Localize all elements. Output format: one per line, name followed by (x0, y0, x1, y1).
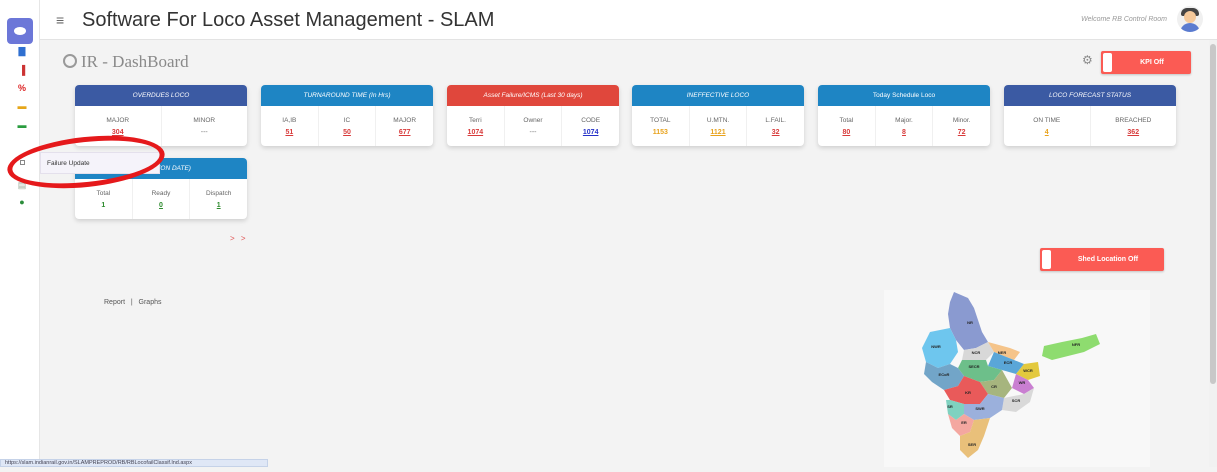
col-value[interactable]: 1074 (583, 129, 599, 136)
chart-icon[interactable]: ▇ (16, 47, 28, 56)
map-label-nr: NR (967, 320, 973, 325)
card-ineffective-loco: INEFFECTIVE LOCO TOTAL 1153 U.MTN. 1121 L.… (632, 85, 804, 146)
col-value: --- (200, 128, 208, 136)
toggle-knob (1103, 53, 1112, 72)
col-label: Owner (523, 116, 543, 124)
col-label: Minor. (952, 116, 971, 124)
help-icon[interactable]: ● (16, 198, 28, 207)
card-title: TURNAROUND TIME (In Hrs) (261, 85, 433, 106)
col-label: BREACHED (1115, 116, 1152, 124)
card-turnaround-time: TURNAROUND TIME (In Hrs) IA,IB 51 IC 50 MA… (261, 85, 433, 146)
app-title: Software For Loco Asset Management - SLA… (82, 9, 495, 31)
card-asset-failure: Asset Failure/ICMS (Last 30 days) Terri 1… (447, 85, 619, 146)
card-title: Asset Failure/ICMS (Last 30 days) (447, 85, 619, 106)
link-separator: | (130, 299, 133, 306)
col-value[interactable]: 1074 (468, 129, 484, 136)
col-label: Major. (895, 116, 913, 124)
map-label-nfr: NFR (1072, 342, 1080, 347)
browser-status-url: https://slam.indianrail.gov.in/SLAMPREPR… (0, 459, 268, 467)
card-title: OVERDUES LOCO (75, 85, 247, 106)
settings-gear-icon[interactable]: ⚙ (1082, 53, 1093, 67)
col-value[interactable]: 72 (958, 129, 966, 136)
col-label: Ready (151, 189, 171, 197)
toggle-knob (1042, 250, 1051, 269)
india-zone-map[interactable]: NR NWR NCR NER NFR ECR WCR WR SECR ECoR CR SCR KR SWR… (884, 290, 1150, 467)
col-label: CODE (581, 116, 601, 124)
col-label: MAJOR (106, 116, 130, 124)
col-label: Total (839, 116, 854, 124)
kpi-toggle-label: KPI Off (1140, 59, 1164, 66)
map-label-wr: WR (1019, 380, 1026, 385)
map-label-ecr: ECR (1004, 360, 1013, 365)
scrollbar-thumb[interactable] (1210, 44, 1216, 384)
col-value[interactable]: 304 (112, 129, 124, 136)
map-label-secr: SECR (968, 364, 979, 369)
col-value: 1 (101, 201, 106, 209)
map-label-er: ER (961, 420, 967, 425)
user-avatar[interactable] (1177, 6, 1203, 32)
col-value[interactable]: 50 (343, 129, 351, 136)
col-label: IA,IB (282, 116, 297, 124)
dashboard-title: IR - DashBoard (63, 52, 189, 72)
col-value[interactable]: 80 (842, 129, 850, 136)
col-label: IC (343, 116, 351, 124)
vertical-scrollbar[interactable] (1209, 40, 1217, 467)
map-label-ser: SER (968, 442, 976, 447)
card-title: INEFFECTIVE LOCO (632, 85, 804, 106)
col-value[interactable]: 4 (1045, 129, 1049, 136)
report-link[interactable]: Report (104, 299, 125, 306)
card-title: LOCO FORECAST STATUS (1004, 85, 1176, 106)
railway-zone-map-panel: NR NWR NCR NER NFR ECR WCR WR SECR ECoR CR SCR KR SWR… (884, 290, 1150, 467)
app-logo[interactable] (7, 18, 33, 44)
barcode-icon[interactable]: ▐ (16, 66, 28, 75)
report-graphs-links: Report | Graphs (104, 299, 162, 306)
map-label-ncr: NCR (972, 350, 981, 355)
menu-icon[interactable]: ≡ (56, 12, 64, 28)
col-value: 1153 (652, 128, 668, 136)
circle-icon (63, 54, 77, 68)
col-value[interactable]: 1121 (710, 129, 725, 136)
col-label: Dispatch (206, 189, 232, 197)
col-value[interactable]: 8 (902, 129, 906, 136)
map-label-wcr: WCR (1023, 368, 1033, 373)
col-label: TOTAL (650, 116, 671, 124)
map-label-scr: SCR (1012, 398, 1021, 403)
sidebar: ▇ ▐ % ▬ ▬ ▤ ● (0, 0, 40, 467)
col-value[interactable]: 1 (217, 202, 221, 209)
top-header: ≡ Software For Loco Asset Management - S… (40, 0, 1217, 40)
col-value[interactable]: 677 (399, 129, 411, 136)
welcome-text: Welcome RB Control Room (1081, 16, 1167, 23)
col-value[interactable]: 0 (159, 202, 163, 209)
col-value[interactable]: 32 (772, 129, 780, 136)
shed-location-toggle[interactable]: Shed Location Off (1040, 248, 1164, 271)
col-label: U.MTN. (706, 116, 730, 124)
map-label-sr: SR (947, 404, 953, 409)
col-value[interactable]: 51 (285, 129, 293, 136)
folder-icon[interactable]: ▬ (16, 102, 28, 111)
map-label-ner: NER (998, 350, 1007, 355)
more-arrows-link[interactable]: > > (230, 234, 248, 243)
col-label: L.FAIL. (765, 116, 786, 124)
map-label-cr: CR (991, 384, 997, 389)
map-label-kr: KR (965, 390, 971, 395)
col-label: Terri (469, 116, 482, 124)
map-label-nwr: NWR (931, 344, 941, 349)
card-today-schedule: Today Schedule Loco Total 80 Major. 8 Mino… (818, 85, 990, 146)
map-label-ecor: ECoR (939, 372, 950, 377)
col-label: MAJOR (393, 116, 417, 124)
col-label: ON TIME (1033, 116, 1061, 124)
col-value: --- (529, 128, 537, 136)
shed-toggle-label: Shed Location Off (1077, 256, 1139, 263)
card-loco-forecast: LOCO FORECAST STATUS ON TIME 4 BREACHED 36… (1004, 85, 1176, 146)
col-value[interactable]: 362 (1127, 129, 1139, 136)
map-label-swr: SWR (975, 406, 984, 411)
percent-icon[interactable]: % (16, 84, 28, 93)
money-icon[interactable]: ▬ (16, 121, 28, 130)
graphs-link[interactable]: Graphs (139, 299, 162, 306)
card-title: Today Schedule Loco (818, 85, 990, 106)
col-label: MINOR (193, 116, 216, 124)
map-region-nfr (1042, 334, 1100, 360)
col-label: Total (96, 189, 111, 197)
kpi-toggle[interactable]: KPI Off (1101, 51, 1191, 74)
